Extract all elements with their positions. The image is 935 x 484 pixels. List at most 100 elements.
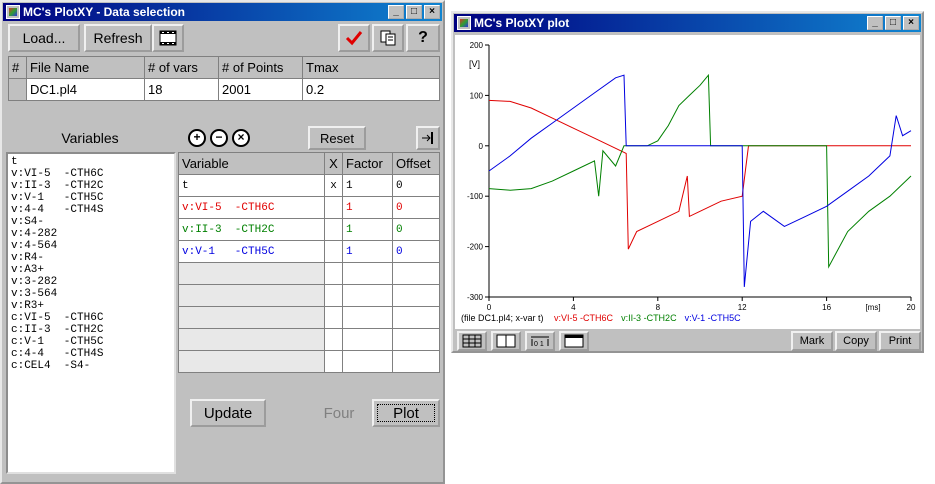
variable-list-item[interactable]: v:4-282 <box>11 228 171 240</box>
empty-cell[interactable] <box>342 350 393 373</box>
variable-list-item[interactable]: v:4-4 -CTH4S <box>11 204 171 216</box>
variable-list-item[interactable]: v:V-1 -CTH5C <box>11 192 171 204</box>
minimize-button[interactable]: _ <box>388 5 404 19</box>
empty-cell[interactable] <box>324 350 343 373</box>
sel-offset-cell[interactable]: 0 <box>392 174 440 197</box>
axis-range-button[interactable]: 0 1 <box>525 331 555 351</box>
sel-variable-cell[interactable]: t <box>178 174 325 197</box>
empty-selection-row[interactable] <box>178 350 440 373</box>
empty-cell[interactable] <box>178 306 325 329</box>
split-view-button[interactable] <box>491 331 521 351</box>
empty-cell[interactable] <box>342 284 393 307</box>
sel-x-cell[interactable] <box>324 196 343 219</box>
plot-titlebar[interactable]: MC's PlotXY plot _ □ × <box>454 14 921 32</box>
variable-list-item[interactable]: v:3-282 <box>11 276 171 288</box>
variable-list-item[interactable]: v:II-3 -CTH2C <box>11 180 171 192</box>
help-button[interactable]: ? <box>406 24 440 52</box>
variable-list-item[interactable]: v:A3+ <box>11 264 171 276</box>
empty-cell[interactable] <box>392 262 440 285</box>
grid-icon <box>462 334 482 348</box>
sel-factor-cell[interactable]: 1 <box>342 218 393 241</box>
empty-cell[interactable] <box>324 328 343 351</box>
variable-list-item[interactable]: v:3-564 <box>11 288 171 300</box>
empty-selection-row[interactable] <box>178 284 440 307</box>
maximize-button[interactable]: □ <box>406 5 422 19</box>
close-button[interactable]: × <box>424 5 440 19</box>
reset-button[interactable]: Reset <box>308 126 366 150</box>
load-button[interactable]: Load... <box>8 24 80 52</box>
variable-list-item[interactable]: c:4-4 -CTH4S <box>11 348 171 360</box>
empty-selection-row[interactable] <box>178 328 440 351</box>
refresh-button[interactable]: Refresh <box>84 24 152 52</box>
empty-cell[interactable] <box>178 262 325 285</box>
film-icon-button[interactable] <box>152 24 184 52</box>
grid-toggle-button[interactable] <box>457 331 487 351</box>
variable-list-item[interactable]: c:CEL4 -S4- <box>11 360 171 372</box>
variable-list-item[interactable]: c:V-1 -CTH5C <box>11 336 171 348</box>
sel-x-cell[interactable] <box>324 240 343 263</box>
sel-variable-cell[interactable]: v:V-1 -CTH5C <box>178 240 325 263</box>
sel-offset-cell[interactable]: 0 <box>392 240 440 263</box>
clear-vars-icon[interactable]: × <box>232 129 250 147</box>
sel-offset-cell[interactable]: 0 <box>392 196 440 219</box>
variable-list-item[interactable]: v:R3+ <box>11 300 171 312</box>
variable-list-item[interactable]: v:4-564 <box>11 240 171 252</box>
variable-list-item[interactable]: v:S4- <box>11 216 171 228</box>
selection-row[interactable]: tx10 <box>178 174 440 197</box>
empty-cell[interactable] <box>324 284 343 307</box>
file-row-num <box>8 78 27 101</box>
variable-list-item[interactable]: c:II-3 -CTH2C <box>11 324 171 336</box>
empty-selection-row[interactable] <box>178 262 440 285</box>
empty-cell[interactable] <box>392 284 440 307</box>
legend-entry: v:II-3 -CTH2C <box>621 313 677 323</box>
copy-button[interactable]: Copy <box>835 331 877 351</box>
variables-list[interactable]: t v:VI-5 -CTH6C v:II-3 -CTH2C v:V-1 -CTH5C v… <box>6 152 176 474</box>
sel-offset-cell[interactable]: 0 <box>392 218 440 241</box>
four-button[interactable]: Four <box>310 399 368 427</box>
sel-factor-cell[interactable]: 1 <box>342 196 393 219</box>
checkmark-button[interactable] <box>338 24 370 52</box>
variable-list-item[interactable]: v:R4- <box>11 252 171 264</box>
empty-cell[interactable] <box>392 328 440 351</box>
empty-cell[interactable] <box>178 284 325 307</box>
plot-maximize-button[interactable]: □ <box>885 16 901 30</box>
plot-button[interactable]: Plot <box>372 399 440 427</box>
print-button[interactable]: Print <box>879 331 921 351</box>
empty-cell[interactable] <box>178 350 325 373</box>
empty-cell[interactable] <box>342 262 393 285</box>
remove-var-icon[interactable]: − <box>210 129 228 147</box>
sel-x-cell[interactable]: x <box>324 174 343 197</box>
data-selection-titlebar[interactable]: MC's PlotXY - Data selection _ □ × <box>3 3 442 21</box>
variable-list-item[interactable]: t <box>11 156 171 168</box>
variable-list-item[interactable]: c:VI-5 -CTH6C <box>11 312 171 324</box>
split-icon-button[interactable] <box>416 126 440 150</box>
sel-variable-cell[interactable]: v:VI-5 -CTH6C <box>178 196 325 219</box>
selection-row[interactable]: v:V-1 -CTH5C 1 0 <box>178 240 440 263</box>
empty-cell[interactable] <box>392 306 440 329</box>
update-button[interactable]: Update <box>190 399 266 427</box>
empty-cell[interactable] <box>392 350 440 373</box>
empty-selection-row[interactable] <box>178 306 440 329</box>
empty-cell[interactable] <box>342 328 393 351</box>
file-row[interactable]: DC1.pl4 18 2001 0.2 <box>8 78 440 101</box>
mark-button[interactable]: Mark <box>791 331 833 351</box>
empty-cell[interactable] <box>178 328 325 351</box>
sel-factor-cell[interactable]: 1 <box>342 240 393 263</box>
plot-window-title: MC's PlotXY plot <box>474 16 570 30</box>
copy-doc-button[interactable] <box>372 24 404 52</box>
selection-row[interactable]: v:VI-5 -CTH6C 1 0 <box>178 196 440 219</box>
empty-cell[interactable] <box>342 306 393 329</box>
sel-x-cell[interactable] <box>324 218 343 241</box>
add-var-icon[interactable]: + <box>188 129 206 147</box>
empty-cell[interactable] <box>324 306 343 329</box>
plot-area[interactable]: 200 100 0 -100 -200 -300 0 4 8 12 16 20 [ms] [V] (fi… <box>455 35 920 329</box>
sel-factor-cell[interactable]: 1 <box>342 174 393 197</box>
sel-variable-cell[interactable]: v:II-3 -CTH2C <box>178 218 325 241</box>
x-tick-label: 16 <box>822 303 831 312</box>
selection-row[interactable]: v:II-3 -CTH2C 1 0 <box>178 218 440 241</box>
plot-close-button[interactable]: × <box>903 16 919 30</box>
empty-cell[interactable] <box>324 262 343 285</box>
window-view-button[interactable] <box>559 331 589 351</box>
plot-minimize-button[interactable]: _ <box>867 16 883 30</box>
variable-list-item[interactable]: v:VI-5 -CTH6C <box>11 168 171 180</box>
